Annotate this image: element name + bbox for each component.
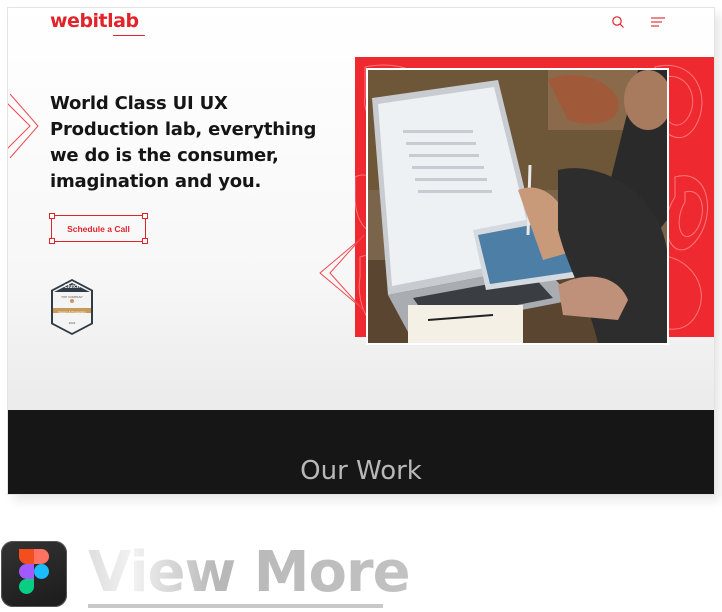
badge-category: Design & Production — [58, 310, 86, 314]
badge-brand: Clutch — [64, 284, 80, 290]
logo-underline — [113, 35, 145, 36]
hero-title: World Class UI UX Production lab, everyt… — [50, 93, 317, 192]
menu-icon[interactable] — [651, 16, 665, 28]
hero-photo — [366, 68, 669, 345]
website-viewport: webitlab World Class UI UX Production la… — [8, 8, 714, 494]
our-work-heading: Our Work — [300, 456, 422, 486]
designer-at-laptop-image — [368, 70, 667, 343]
selection-handle — [49, 213, 55, 219]
schedule-call-label: Schedule a Call — [67, 223, 130, 234]
figma-icon[interactable] — [1, 541, 67, 607]
chevron-decoration-left — [8, 93, 39, 159]
selection-handle — [142, 213, 148, 219]
badge-caption: TOP COMPANY — [61, 295, 83, 299]
selection-handle — [142, 238, 148, 244]
view-more-underline — [88, 604, 383, 608]
view-more-link[interactable]: View More — [88, 540, 411, 606]
badge-year: 2023 — [68, 321, 76, 325]
search-icon[interactable] — [611, 15, 625, 29]
schedule-call-button[interactable]: Schedule a Call — [49, 213, 148, 244]
figma-logo — [19, 549, 49, 594]
chevron-decoration-mid — [319, 234, 365, 312]
site-logo[interactable]: webitlab — [50, 10, 139, 32]
selection-handle — [49, 238, 55, 244]
